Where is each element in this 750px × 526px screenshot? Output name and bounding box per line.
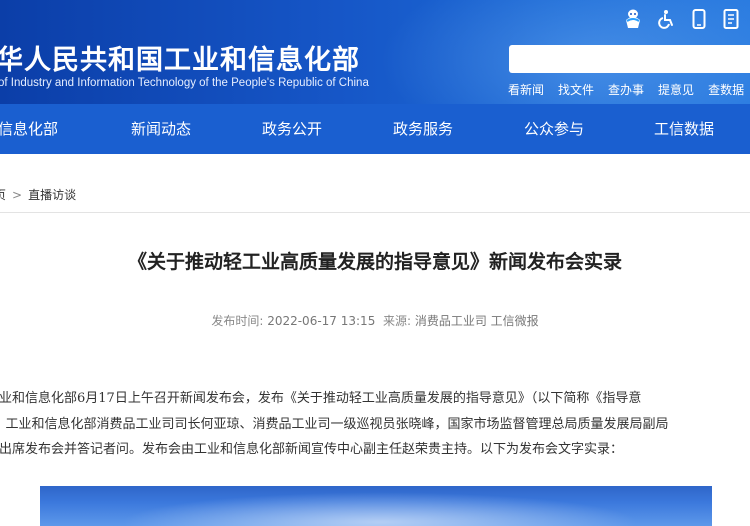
- breadcrumb-current[interactable]: 直播访谈: [28, 188, 76, 202]
- site-name-english: of Industry and Information Technology o…: [0, 77, 369, 89]
- search-input[interactable]: [509, 45, 750, 73]
- article-title: 《关于推动轻工业高质量发展的指导意见》新闻发布会实录: [127, 251, 622, 273]
- paragraph-line: 》。工业和信息化部消费品工业司司长何亚琼、消费品工业司一级巡视员张晓峰，国家市场…: [0, 416, 669, 432]
- breadcrumb-home[interactable]: 页: [0, 188, 6, 202]
- press-conference-photo: [40, 486, 712, 526]
- nav-item-news[interactable]: 新闻动态: [131, 104, 191, 154]
- paragraph-line: 工业和信息化部6月17日上午召开新闻发布会，发布《关于推动轻工业高质量发展的指导…: [0, 391, 642, 406]
- nav-item-government-services[interactable]: 政务服务: [393, 104, 453, 154]
- quick-link-services[interactable]: 查办事: [608, 83, 644, 97]
- nav-item-public-participation[interactable]: 公众参与: [524, 104, 584, 154]
- source-label: 来源:: [382, 314, 412, 328]
- nav-item-ministry[interactable]: 信息化部: [0, 104, 58, 154]
- quick-link-data[interactable]: 查数据: [708, 83, 744, 97]
- file-icon[interactable]: [720, 8, 742, 30]
- publish-time-label: 发布时间:: [211, 314, 264, 328]
- quick-link-feedback[interactable]: 提意见: [658, 83, 694, 97]
- site-name-chinese[interactable]: 华人民共和国工业和信息化部: [0, 38, 360, 77]
- quick-link-news[interactable]: 看新闻: [508, 83, 544, 97]
- article-paragraph: 工业和信息化部6月17日上午召开新闻发布会，发布《关于推动轻工业高质量发展的指导…: [0, 386, 750, 463]
- publish-time-value: 2022-06-17 13:15: [267, 314, 376, 328]
- top-icon-bar: [622, 8, 750, 32]
- breadcrumb: 页 > 直播访谈: [0, 186, 76, 203]
- nav-item-government-affairs[interactable]: 政务公开: [262, 104, 322, 154]
- paragraph-line: 蕾出席发布会并答记者问。发布会由工业和信息化部新闻宣传中心副主任赵荣贵主持。以下…: [0, 442, 624, 457]
- breadcrumb-separator: >: [12, 188, 23, 202]
- mascot-icon[interactable]: [622, 8, 644, 30]
- mobile-icon[interactable]: [688, 8, 710, 30]
- article-meta: 发布时间: 2022-06-17 13:15 来源: 消费品工业司 工信微报: [0, 312, 750, 329]
- quick-links: 看新闻 找文件 查办事 提意见 查数据: [508, 79, 750, 97]
- accessibility-icon[interactable]: [655, 8, 677, 30]
- site-header: 华人民共和国工业和信息化部 of Industry and Informatio…: [0, 0, 750, 104]
- nav-item-data[interactable]: 工信数据: [654, 104, 714, 154]
- breadcrumb-divider: [0, 212, 750, 213]
- main-nav: 信息化部 新闻动态 政务公开 政务服务 公众参与 工信数据: [0, 104, 750, 154]
- source-value: 消费品工业司 工信微报: [414, 314, 539, 328]
- quick-link-files[interactable]: 找文件: [558, 83, 594, 97]
